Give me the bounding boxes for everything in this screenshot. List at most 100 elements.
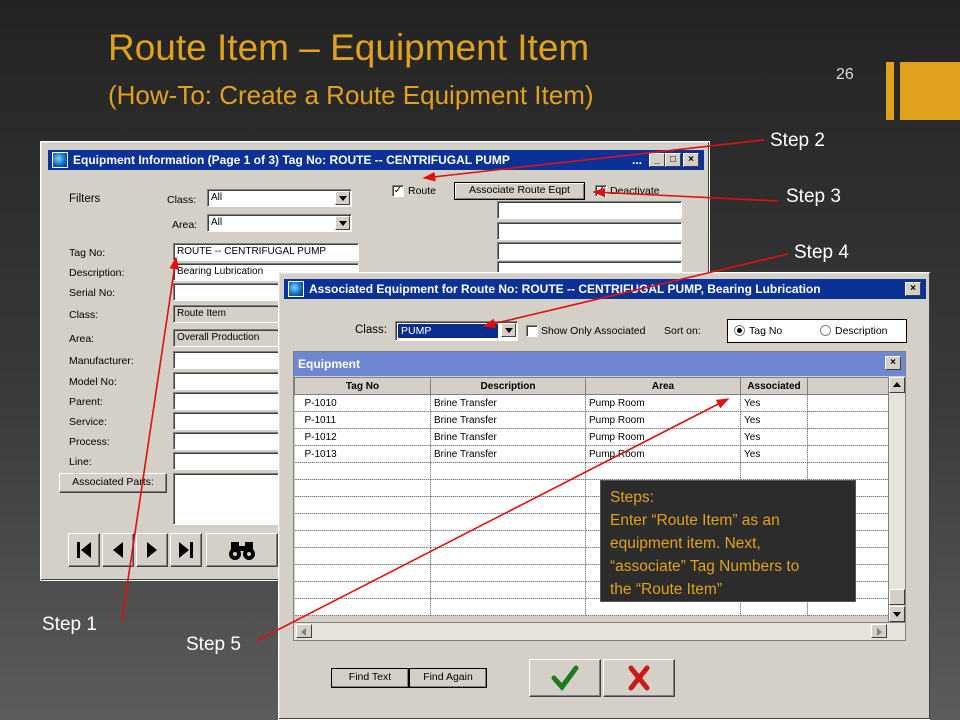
col-header-description[interactable]: Description bbox=[430, 377, 586, 395]
cell-associated[interactable]: Yes bbox=[740, 428, 808, 446]
model-no-label: Model No: bbox=[69, 376, 117, 388]
serial-no-label: Serial No: bbox=[69, 287, 116, 299]
right-field-3[interactable] bbox=[497, 242, 682, 260]
cell-area[interactable]: Pump Room bbox=[585, 445, 741, 463]
last-record-button[interactable] bbox=[170, 533, 202, 567]
cell-associated[interactable]: Yes bbox=[740, 411, 808, 429]
line-field[interactable] bbox=[173, 452, 283, 470]
cell-associated[interactable]: Yes bbox=[740, 445, 808, 463]
note-line: Steps: bbox=[610, 489, 654, 506]
sort-tag-no-label: Tag No bbox=[749, 325, 783, 337]
ok-button[interactable] bbox=[529, 659, 601, 697]
chevron-down-icon[interactable] bbox=[501, 323, 516, 337]
manufacturer-field[interactable] bbox=[173, 351, 283, 369]
equipment-grid-title: Equipment bbox=[294, 352, 905, 376]
description-label: Description: bbox=[69, 267, 125, 279]
cell-area[interactable]: Pump Room bbox=[585, 411, 741, 429]
minimize-button[interactable]: _ bbox=[649, 153, 665, 167]
decorative-bar bbox=[886, 62, 894, 120]
slide-subtitle: (How-To: Create a Route Equipment Item) bbox=[108, 80, 594, 110]
app-icon bbox=[288, 281, 304, 297]
process-label: Process: bbox=[69, 436, 110, 448]
associate-route-eqpt-button[interactable]: Associate Route Eqpt bbox=[454, 182, 585, 200]
area-field[interactable]: Overall Production bbox=[173, 329, 283, 347]
right-field-2[interactable] bbox=[497, 222, 682, 240]
parent-field[interactable] bbox=[173, 392, 283, 410]
next-record-icon bbox=[147, 542, 157, 558]
minimize-icon: _ bbox=[654, 154, 660, 165]
table-row[interactable]: P-1012 Brine Transfer Pump Room Yes bbox=[294, 428, 890, 446]
scroll-left-button[interactable] bbox=[296, 624, 312, 638]
table-row[interactable]: P-1013 Brine Transfer Pump Room Yes bbox=[294, 445, 890, 463]
route-label: Route bbox=[408, 185, 437, 197]
first-record-icon bbox=[77, 542, 91, 558]
maximize-button[interactable]: □ bbox=[665, 153, 681, 167]
show-only-associated-checkbox[interactable] bbox=[526, 325, 538, 337]
cell-associated[interactable]: Yes bbox=[740, 394, 808, 412]
assoc-window-titlebar[interactable]: Associated Equipment for Route No: ROUTE… bbox=[284, 279, 926, 299]
manufacturer-label: Manufacturer: bbox=[69, 355, 134, 367]
assoc-close-button[interactable]: × bbox=[905, 282, 921, 296]
class-field[interactable]: Route Item bbox=[173, 305, 283, 323]
show-only-associated-label: Show Only Associated bbox=[541, 325, 646, 337]
cell-description[interactable]: Brine Transfer bbox=[430, 428, 586, 446]
first-record-button[interactable] bbox=[68, 533, 100, 567]
scroll-right-button[interactable] bbox=[871, 624, 887, 638]
sort-tag-no-radio[interactable] bbox=[734, 325, 745, 336]
assoc-class-label: Class: bbox=[355, 324, 387, 336]
next-record-button[interactable] bbox=[136, 533, 168, 567]
note-line: Enter “Route Item” as an bbox=[610, 512, 780, 529]
cell-area[interactable]: Pump Room bbox=[585, 428, 741, 446]
serial-no-field[interactable] bbox=[173, 283, 283, 301]
assoc-class-value: PUMP bbox=[398, 324, 498, 338]
filter-area-select[interactable]: All bbox=[207, 214, 352, 232]
process-field[interactable] bbox=[173, 432, 283, 450]
cell-description[interactable]: Brine Transfer bbox=[430, 411, 586, 429]
assoc-window-title: Associated Equipment for Route No: ROUTE… bbox=[309, 282, 821, 296]
chevron-down-icon[interactable] bbox=[335, 216, 350, 230]
cell-tag-no[interactable]: P-1013 bbox=[294, 445, 431, 463]
associated-parts-button[interactable]: Associated Parts: bbox=[59, 473, 167, 493]
col-header-tag-no[interactable]: Tag No bbox=[294, 377, 431, 395]
cancel-button[interactable] bbox=[603, 659, 675, 697]
previous-record-button[interactable] bbox=[102, 533, 134, 567]
grid-close-button[interactable]: × bbox=[885, 356, 901, 370]
table-row[interactable]: P-1011 Brine Transfer Pump Room Yes bbox=[294, 411, 890, 429]
cell-empty bbox=[807, 428, 890, 446]
right-field-1[interactable] bbox=[497, 201, 682, 219]
scroll-thumb[interactable] bbox=[889, 589, 905, 605]
cell-tag-no[interactable]: P-1010 bbox=[294, 394, 431, 412]
find-again-button[interactable]: Find Again bbox=[409, 668, 487, 688]
vertical-scrollbar[interactable] bbox=[888, 377, 905, 623]
tag-no-field[interactable]: ROUTE -- CENTRIFUGAL PUMP bbox=[173, 243, 359, 261]
associated-parts-list[interactable] bbox=[173, 473, 283, 525]
deactivate-checkbox[interactable]: ✓ bbox=[595, 185, 607, 197]
route-checkbox[interactable]: ✓ bbox=[392, 185, 404, 197]
assoc-class-select[interactable]: PUMP bbox=[395, 321, 518, 341]
filter-class-select[interactable]: All bbox=[207, 189, 352, 207]
class-label: Class: bbox=[69, 309, 99, 321]
find-text-button[interactable]: Find Text bbox=[331, 668, 409, 688]
scroll-up-button[interactable] bbox=[889, 377, 905, 393]
col-header-associated[interactable]: Associated bbox=[740, 377, 808, 395]
close-button[interactable]: × bbox=[683, 153, 699, 167]
line-label: Line: bbox=[69, 456, 92, 468]
cell-description[interactable]: Brine Transfer bbox=[430, 394, 586, 412]
table-row[interactable]: P-1010 Brine Transfer Pump Room Yes bbox=[294, 394, 890, 412]
cell-tag-no[interactable]: P-1012 bbox=[294, 428, 431, 446]
service-field[interactable] bbox=[173, 412, 283, 430]
sort-description-radio[interactable] bbox=[820, 325, 831, 336]
equipment-window-titlebar[interactable]: Equipment Information (Page 1 of 3) Tag … bbox=[48, 150, 704, 170]
cell-tag-no[interactable]: P-1011 bbox=[294, 411, 431, 429]
scroll-down-button[interactable] bbox=[889, 606, 905, 622]
title-ellipsis: ... bbox=[632, 153, 643, 167]
cell-description[interactable]: Brine Transfer bbox=[430, 445, 586, 463]
area-label: Area: bbox=[69, 333, 95, 345]
col-header-area[interactable]: Area bbox=[585, 377, 741, 395]
chevron-down-icon[interactable] bbox=[335, 191, 350, 205]
cell-area[interactable]: Pump Room bbox=[585, 394, 741, 412]
model-no-field[interactable] bbox=[173, 372, 283, 390]
horizontal-scrollbar[interactable] bbox=[294, 622, 905, 640]
cell-empty bbox=[807, 411, 890, 429]
search-button[interactable] bbox=[206, 533, 278, 567]
